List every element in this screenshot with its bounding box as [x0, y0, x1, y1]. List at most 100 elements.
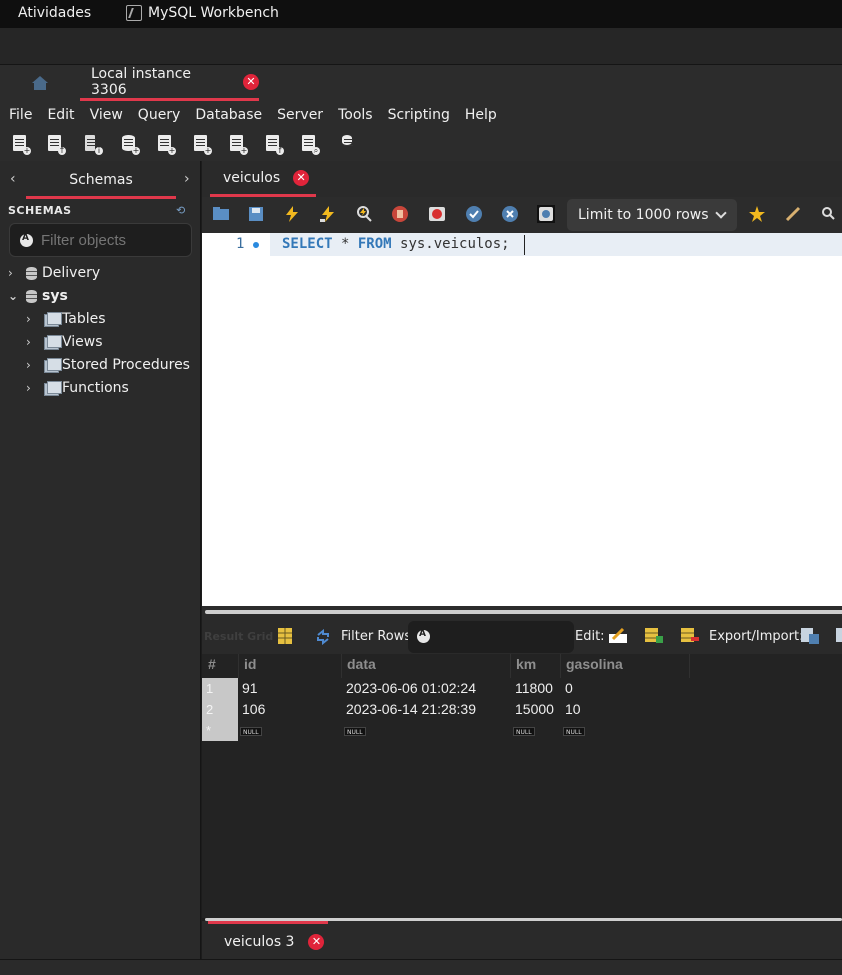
filter-objects-input[interactable] — [41, 231, 181, 249]
cell-gasolina[interactable]: 10 — [565, 701, 581, 717]
create-schema-icon[interactable]: + — [120, 135, 140, 155]
tab-schemas[interactable]: Schemas — [26, 161, 176, 199]
chevron-down-icon[interactable]: ⌄ — [8, 289, 20, 303]
chevron-right-icon[interactable]: › — [26, 312, 38, 326]
menu-edit[interactable]: Edit — [47, 107, 74, 123]
close-icon[interactable]: ✕ — [308, 933, 325, 950]
export-icon[interactable] — [801, 628, 819, 644]
open-inspector-icon[interactable]: i — [83, 135, 103, 155]
stop-icon[interactable] — [391, 205, 409, 223]
sql-code-line[interactable]: SELECT * FROM sys.veiculos; — [282, 236, 510, 252]
beautify-icon[interactable] — [784, 205, 802, 223]
tab-veiculos[interactable]: veiculos ✕ — [210, 161, 316, 197]
refresh-icon[interactable]: ⟲ — [176, 204, 185, 217]
close-icon[interactable]: ✕ — [293, 169, 310, 186]
chevron-right-icon[interactable]: › — [26, 335, 38, 349]
toggle-continue-on-error-icon[interactable] — [428, 205, 446, 223]
column-header-rownum[interactable]: # — [208, 656, 216, 672]
find-icon[interactable] — [820, 205, 838, 223]
chevron-right-icon[interactable]: › — [26, 381, 38, 395]
new-row-marker[interactable]: * — [202, 720, 238, 741]
null-badge[interactable]: NULL — [513, 727, 535, 736]
menu-file[interactable]: File — [9, 107, 32, 123]
new-sql-tab-icon[interactable]: + — [11, 135, 31, 155]
result-tab-label: veiculos 3 — [224, 933, 295, 950]
cell-km[interactable]: 15000 — [515, 701, 554, 717]
rollback-icon[interactable] — [501, 205, 519, 223]
tab-result[interactable]: veiculos 3 ✕ — [208, 921, 328, 959]
column-header-data[interactable]: data — [347, 656, 376, 672]
table-row[interactable]: 2 106 2023-06-14 21:28:39 15000 10 — [202, 699, 842, 720]
tree-item-views[interactable]: › Views — [26, 331, 103, 353]
tree-item-functions[interactable]: › Functions — [26, 377, 129, 399]
menu-scripting[interactable]: Scripting — [388, 107, 450, 123]
cell-data[interactable]: 2023-06-14 21:28:39 — [346, 701, 476, 717]
row-number[interactable]: 1 — [202, 678, 238, 699]
tree-item-stored-procedures[interactable]: › Stored Procedures — [26, 354, 190, 376]
cell-km[interactable]: 11800 — [515, 680, 553, 696]
save-icon[interactable] — [247, 205, 265, 223]
table-row[interactable]: 1 91 2023-06-06 01:02:24 11800 0 — [202, 678, 842, 699]
column-header-km[interactable]: km — [516, 656, 536, 672]
new-row[interactable]: * NULL NULL NULL NULL — [202, 720, 842, 741]
grid-view-icon[interactable] — [278, 628, 292, 644]
cell-data[interactable]: 2023-06-06 01:02:24 — [346, 680, 476, 696]
chevron-left-icon[interactable]: ‹ — [10, 171, 16, 187]
column-header-id[interactable]: id — [244, 656, 256, 672]
result-grid[interactable]: # id data km gasolina 1 91 2023-06-06 01… — [202, 654, 842, 918]
column-header-gasolina[interactable]: gasolina — [566, 656, 623, 672]
grid-header: # id data km gasolina — [202, 654, 842, 678]
panel-splitter[interactable] — [202, 606, 842, 620]
menu-query[interactable]: Query — [138, 107, 181, 123]
menu-help[interactable]: Help — [465, 107, 497, 123]
filter-rows-label: Filter Rows: — [341, 629, 416, 644]
delete-row-icon[interactable] — [681, 628, 699, 644]
open-file-icon[interactable] — [212, 205, 230, 223]
home-icon[interactable] — [30, 74, 50, 92]
edit-row-icon[interactable] — [609, 628, 627, 644]
null-badge[interactable]: NULL — [344, 727, 366, 736]
null-badge[interactable]: NULL — [563, 727, 585, 736]
null-badge[interactable]: NULL — [240, 727, 262, 736]
add-snippet-icon[interactable] — [748, 205, 766, 223]
app-menu[interactable]: MySQL Workbench — [126, 5, 279, 21]
result-grid-label[interactable]: Result Grid — [204, 630, 273, 643]
reconnect-icon[interactable] — [340, 135, 360, 155]
create-view-icon[interactable]: + — [192, 135, 212, 155]
import-icon[interactable] — [836, 628, 842, 644]
close-icon[interactable]: ✕ — [243, 73, 259, 90]
open-sql-script-icon[interactable]: ↑ — [46, 135, 66, 155]
execute-current-icon[interactable] — [319, 205, 337, 223]
menu-view[interactable]: View — [90, 107, 123, 123]
add-row-icon[interactable] — [645, 628, 663, 644]
sql-keyword: SELECT — [282, 236, 333, 252]
refresh-icon[interactable] — [315, 629, 331, 645]
explain-icon[interactable] — [355, 205, 373, 223]
commit-icon[interactable] — [465, 205, 483, 223]
chevron-right-icon[interactable]: › — [184, 171, 190, 187]
connection-tab[interactable]: Local instance 3306 ✕ — [80, 65, 259, 101]
execute-icon[interactable] — [283, 205, 301, 223]
filter-objects-field[interactable] — [9, 223, 192, 257]
create-table-icon[interactable]: + — [156, 135, 176, 155]
filter-rows-input[interactable] — [408, 621, 574, 653]
chevron-right-icon[interactable]: › — [8, 266, 20, 280]
create-function-icon[interactable]: f — [264, 135, 284, 155]
search-table-data-icon[interactable]: ⌕ — [300, 135, 320, 155]
chevron-right-icon[interactable]: › — [26, 358, 38, 372]
tree-item-tables[interactable]: › Tables — [26, 308, 106, 330]
create-procedure-icon[interactable]: + — [228, 135, 248, 155]
menu-server[interactable]: Server — [277, 107, 323, 123]
autocommit-icon[interactable] — [537, 205, 555, 223]
row-number[interactable]: 2 — [202, 699, 238, 720]
cell-gasolina[interactable]: 0 — [565, 680, 573, 696]
menu-tools[interactable]: Tools — [338, 107, 373, 123]
limit-rows-select[interactable]: Limit to 1000 rows — [567, 199, 737, 231]
schema-sys[interactable]: ⌄ sys — [8, 285, 68, 307]
cell-id[interactable]: 106 — [242, 701, 265, 717]
sql-editor[interactable]: 1 SELECT * FROM sys.veiculos; — [202, 233, 842, 606]
menu-database[interactable]: Database — [195, 107, 262, 123]
schema-delivery[interactable]: › Delivery — [8, 262, 100, 284]
cell-id[interactable]: 91 — [242, 680, 258, 696]
activities-button[interactable]: Atividades — [18, 5, 91, 21]
